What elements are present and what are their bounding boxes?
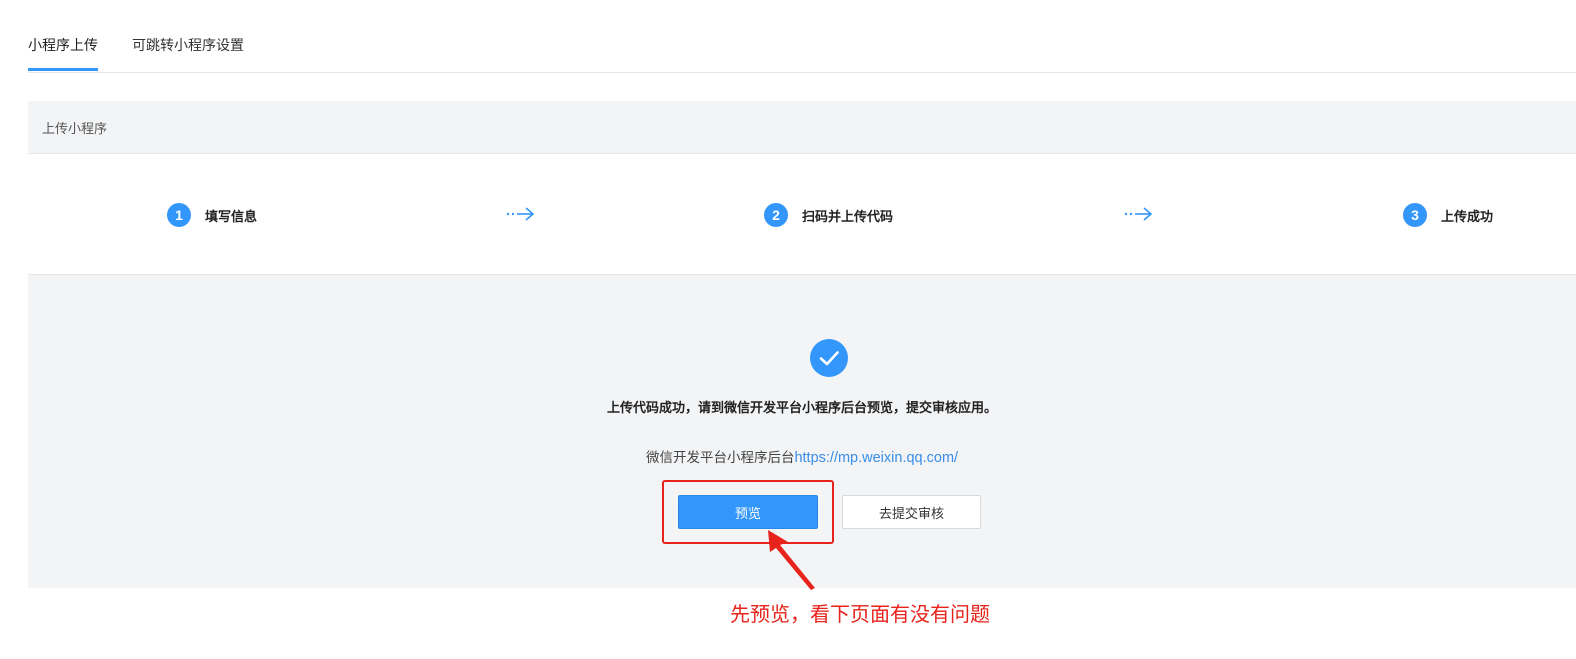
section-header: 上传小程序 (28, 101, 1576, 154)
annotation-arrow-icon (768, 530, 815, 590)
section-title: 上传小程序 (42, 122, 108, 137)
step-number: 2 (764, 203, 788, 227)
step-upload-success: 3 上传成功 (1403, 202, 1493, 228)
backend-link-line: 微信开发平台小程序后台https://mp.weixin.qq.com/ (28, 446, 1576, 466)
step-fill-info: 1 填写信息 (167, 202, 257, 228)
annotation-text: 先预览，看下页面有没有问题 (730, 602, 990, 626)
step-label: 填写信息 (205, 209, 258, 225)
dotted-arrow-right-icon (1124, 207, 1153, 221)
tab-bar: 小程序上传 可跳转小程序设置 (28, 0, 1576, 73)
step-label: 上传成功 (1441, 209, 1494, 225)
link-prefix: 微信开发平台小程序后台 (645, 450, 795, 466)
tab-jump-miniprogram-settings[interactable]: 可跳转小程序设置 (132, 36, 244, 56)
submit-review-button[interactable]: 去提交审核 (842, 495, 981, 529)
step-label: 扫码并上传代码 (802, 209, 894, 225)
step-number: 1 (167, 203, 191, 227)
step-number: 3 (1403, 203, 1427, 227)
step-scan-upload: 2 扫码并上传代码 (764, 202, 893, 228)
upload-steps: 1 填写信息 2 扫码并上传代码 3 上传成功 (28, 154, 1576, 275)
weixin-mp-link[interactable]: https://mp.weixin.qq.com/ (794, 450, 958, 466)
check-circle-icon (810, 339, 848, 377)
success-message: 上传代码成功，请到微信开发平台小程序后台预览，提交审核应用。 (606, 401, 997, 416)
dotted-arrow-right-icon (506, 207, 535, 221)
active-tab-indicator (28, 68, 98, 71)
tab-miniprogram-upload[interactable]: 小程序上传 (28, 36, 98, 56)
